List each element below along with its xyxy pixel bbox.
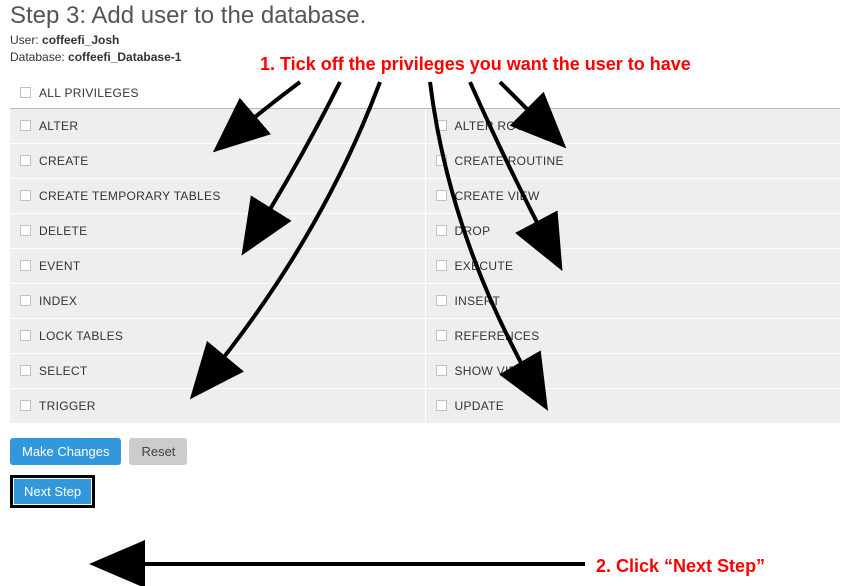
checkbox-create-routine[interactable] [436,155,447,166]
priv-cell: DELETE [10,214,425,248]
priv-label-create-routine: CREATE ROUTINE [455,154,564,168]
priv-cell: SHOW VIEW [426,354,841,388]
priv-label-trigger: TRIGGER [39,399,96,413]
checkbox-alter-routine[interactable] [436,120,447,131]
all-privileges-label: ALL PRIVILEGES [39,86,139,100]
checkbox-insert[interactable] [436,295,447,306]
priv-label-alter: ALTER [39,119,78,133]
priv-cell: CREATE TEMPORARY TABLES [10,179,425,213]
checkbox-event[interactable] [20,260,31,271]
priv-label-alter-routine: ALTER ROUTINE [455,119,554,133]
priv-cell: LOCK TABLES [10,319,425,353]
priv-label-select: SELECT [39,364,87,378]
priv-cell: CREATE [10,144,425,178]
checkbox-alter[interactable] [20,120,31,131]
checkbox-all-privileges[interactable] [20,87,31,98]
reset-button[interactable]: Reset [129,438,187,465]
priv-cell: EVENT [10,249,425,283]
priv-label-execute: EXECUTE [455,259,514,273]
priv-cell: INSERT [426,284,841,318]
user-meta: User: coffeefi_Josh [10,32,840,49]
all-privileges-row: ALL PRIVILEGES [10,86,840,109]
user-value: coffeefi_Josh [42,33,119,47]
checkbox-index[interactable] [20,295,31,306]
priv-cell: CREATE VIEW [426,179,841,213]
priv-cell: INDEX [10,284,425,318]
priv-cell: ALTER ROUTINE [426,109,841,143]
checkbox-show-view[interactable] [436,365,447,376]
db-meta: Database: coffeefi_Database-1 [10,49,840,66]
annotation-click-next: 2. Click “Next Step” [596,556,765,577]
checkbox-create-view[interactable] [436,190,447,201]
priv-cell: CREATE ROUTINE [426,144,841,178]
priv-cell: DROP [426,214,841,248]
db-label: Database: [10,50,65,64]
checkbox-select[interactable] [20,365,31,376]
user-label: User: [10,33,39,47]
priv-label-show-view: SHOW VIEW [455,364,529,378]
priv-label-create: CREATE [39,154,89,168]
checkbox-create-temp-tables[interactable] [20,190,31,201]
priv-cell: ALTER [10,109,425,143]
checkbox-create[interactable] [20,155,31,166]
checkbox-delete[interactable] [20,225,31,236]
privileges-table: ALL PRIVILEGES ALTER ALTER ROUTINE CREAT… [10,86,840,424]
checkbox-lock-tables[interactable] [20,330,31,341]
priv-label-create-view: CREATE VIEW [455,189,540,203]
priv-cell: TRIGGER [10,389,425,423]
priv-label-index: INDEX [39,294,77,308]
next-step-button[interactable]: Next Step [14,479,91,504]
make-changes-button[interactable]: Make Changes [10,438,121,465]
checkbox-drop[interactable] [436,225,447,236]
checkbox-references[interactable] [436,330,447,341]
priv-label-delete: DELETE [39,224,87,238]
priv-cell: SELECT [10,354,425,388]
next-step-highlight: Next Step [10,475,95,508]
checkbox-trigger[interactable] [20,400,31,411]
priv-label-references: REFERENCES [455,329,540,343]
db-value: coffeefi_Database-1 [68,50,181,64]
step-title: Step 3: Add user to the database. [10,2,840,30]
priv-cell: EXECUTE [426,249,841,283]
priv-label-lock-tables: LOCK TABLES [39,329,123,343]
priv-label-event: EVENT [39,259,81,273]
priv-cell: UPDATE [426,389,841,423]
priv-label-drop: DROP [455,224,491,238]
priv-cell: REFERENCES [426,319,841,353]
priv-label-insert: INSERT [455,294,501,308]
checkbox-update[interactable] [436,400,447,411]
priv-label-update: UPDATE [455,399,505,413]
priv-label-create-temp-tables: CREATE TEMPORARY TABLES [39,189,221,203]
checkbox-execute[interactable] [436,260,447,271]
